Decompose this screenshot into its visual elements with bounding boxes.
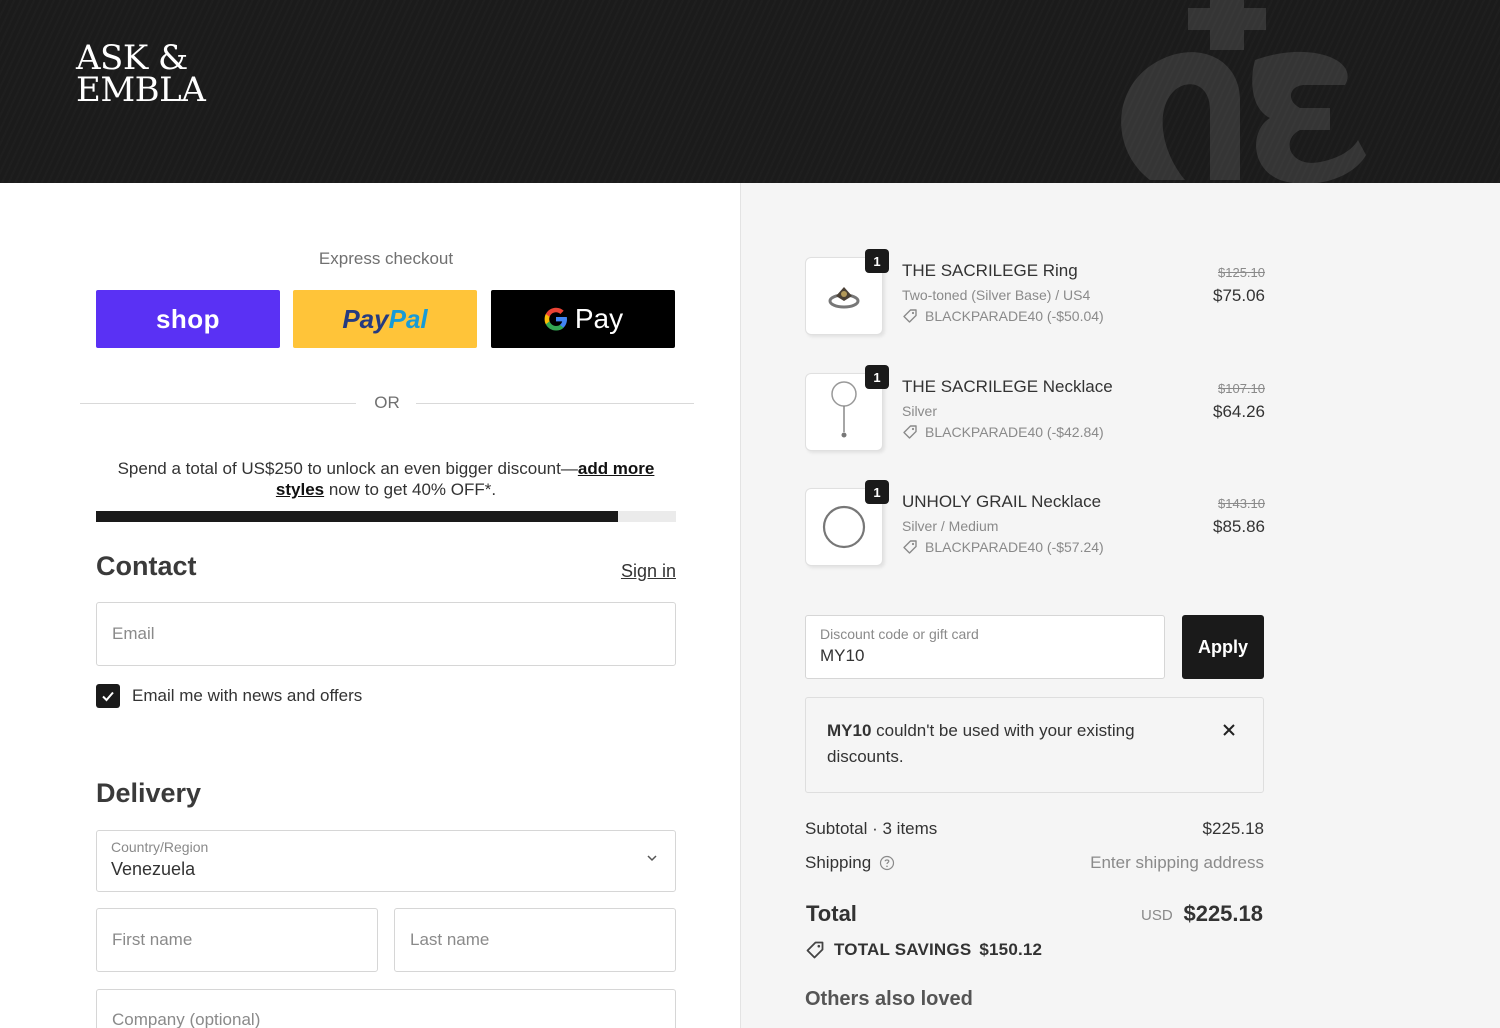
discount-code-value: MY10 xyxy=(820,646,865,665)
total-currency: USD xyxy=(1141,907,1173,924)
product-discount: BLACKPARADE40 (-$57.24) xyxy=(902,539,1104,555)
discounted-price: $85.86 xyxy=(1213,517,1265,536)
brand-logo[interactable]: ASK & EMBLA xyxy=(76,38,206,110)
tag-icon xyxy=(806,941,824,959)
product-name: THE SACRILEGE Necklace xyxy=(902,377,1113,396)
discount-promo-text: Spend a total of US$250 to unlock an eve… xyxy=(96,458,676,500)
discounted-price: $64.26 xyxy=(1213,402,1265,421)
product-discount: BLACKPARADE40 (-$42.84) xyxy=(902,424,1104,440)
shipping-value: Enter shipping address xyxy=(1090,853,1264,872)
cart-item: 1 UNHOLY GRAIL Necklace Silver / Medium … xyxy=(805,480,1265,568)
shop-pay-label: shop xyxy=(155,303,221,334)
product-discount: BLACKPARADE40 (-$50.04) xyxy=(902,308,1104,324)
cart-item: 1 THE SACRILEGE Ring Two-toned (Silver B… xyxy=(805,249,1265,337)
quantity-badge: 1 xyxy=(865,480,889,504)
grail-necklace-image xyxy=(822,505,866,549)
styles-link[interactable]: styles xyxy=(276,480,324,499)
error-code: MY10 xyxy=(827,721,872,740)
quantity-badge: 1 xyxy=(865,249,889,273)
subtotal-label: Subtotal · 3 items xyxy=(805,819,938,838)
discount-code-input[interactable]: Discount code or gift card MY10 xyxy=(805,615,1165,679)
shipping-row: Shipping Enter shipping address xyxy=(805,853,1264,875)
subtotal-row: Subtotal · 3 items $225.18 xyxy=(805,819,1264,841)
delivery-heading: Delivery xyxy=(96,778,202,808)
discount-error-banner: MY10 couldn't be used with your existing… xyxy=(805,697,1264,793)
promo-text-after: now to get 40% OFF*. xyxy=(324,480,497,499)
add-more-link[interactable]: add more xyxy=(578,459,655,478)
others-also-loved-heading: Others also loved xyxy=(805,988,973,1010)
quantity-badge: 1 xyxy=(865,365,889,389)
google-pay-button[interactable]: Pay xyxy=(491,290,675,348)
newsletter-label: Email me with news and offers xyxy=(132,686,363,705)
email-field[interactable]: Email xyxy=(96,602,676,666)
google-g-icon xyxy=(544,307,567,331)
paypal-button[interactable]: Pay Pal xyxy=(293,290,477,348)
product-discount-text: BLACKPARADE40 (-$50.04) xyxy=(925,308,1104,324)
total-label: Total xyxy=(806,901,857,926)
error-message: couldn't be used with your existing disc… xyxy=(827,721,1135,766)
site-header: ASK & EMBLA xyxy=(0,0,1500,183)
product-variant: Two-toned (Silver Base) / US4 xyxy=(902,287,1091,303)
ring-image xyxy=(828,287,860,309)
google-pay-label: Pay xyxy=(574,303,624,334)
discount-progress-bar xyxy=(96,511,676,522)
tag-icon xyxy=(903,540,917,554)
checkout-main: Express checkout shop Pay Pal Pay OR Spen… xyxy=(0,183,740,1028)
or-divider: OR xyxy=(80,393,694,413)
product-name: UNHOLY GRAIL Necklace xyxy=(902,492,1102,511)
monogram-logo xyxy=(1121,0,1366,183)
product-discount-text: BLACKPARADE40 (-$42.84) xyxy=(925,424,1104,440)
product-name: THE SACRILEGE Ring xyxy=(902,261,1078,280)
first-name-placeholder: First name xyxy=(112,930,193,949)
discounted-price: $75.06 xyxy=(1213,286,1265,305)
tag-icon xyxy=(903,425,917,439)
email-placeholder: Email xyxy=(112,624,155,643)
express-checkout-title: Express checkout xyxy=(318,249,454,268)
sign-in-link[interactable]: Sign in xyxy=(580,561,676,582)
discount-code-label: Discount code or gift card xyxy=(820,626,979,642)
discount-error-text: MY10 couldn't be used with your existing… xyxy=(827,718,1167,770)
checkbox-check-icon xyxy=(102,691,114,702)
promo-text-before: Spend a total of US$250 to unlock an eve… xyxy=(117,459,578,478)
cart-item: 1 THE SACRILEGE Necklace Silver BLACKPAR… xyxy=(805,365,1265,453)
company-field[interactable]: Company (optional) xyxy=(96,989,676,1028)
product-variant: Silver / Medium xyxy=(902,518,999,534)
last-name-field[interactable]: Last name xyxy=(394,908,676,972)
help-circle-icon[interactable] xyxy=(879,855,895,871)
last-name-placeholder: Last name xyxy=(410,930,490,949)
original-price: $125.10 xyxy=(1218,265,1265,280)
or-line-right xyxy=(416,403,694,404)
savings-value: $150.12 xyxy=(979,940,1043,959)
first-name-field[interactable]: First name xyxy=(96,908,378,972)
shipping-label: Shipping xyxy=(805,853,872,872)
chevron-down-icon xyxy=(647,855,657,862)
newsletter-option[interactable]: Email me with news and offers xyxy=(96,684,362,708)
shop-pay-button[interactable]: shop xyxy=(96,290,280,348)
savings-label: TOTAL SAVINGS xyxy=(834,940,972,959)
country-select[interactable]: Country/Region Venezuela xyxy=(96,830,676,892)
logo-line-2: EMBLA xyxy=(76,70,206,110)
country-value: Venezuela xyxy=(111,859,196,879)
country-label: Country/Region xyxy=(111,839,209,855)
paypal-label-b: Pal xyxy=(388,303,428,334)
total-value: $225.18 xyxy=(1183,901,1263,926)
shipping-label-wrap: Shipping xyxy=(805,853,895,873)
newsletter-checkbox[interactable] xyxy=(96,684,120,708)
original-price: $143.10 xyxy=(1218,496,1265,511)
paypal-label-a: Pay xyxy=(342,303,389,334)
company-placeholder: Company (optional) xyxy=(112,1010,261,1028)
progress-fill xyxy=(96,511,618,522)
product-discount-text: BLACKPARADE40 (-$57.24) xyxy=(925,539,1104,555)
contact-heading: Contact xyxy=(96,551,197,581)
original-price: $107.10 xyxy=(1218,381,1265,396)
product-variant: Silver xyxy=(902,403,938,419)
order-summary: 1 THE SACRILEGE Ring Two-toned (Silver B… xyxy=(740,183,1500,1028)
close-icon[interactable] xyxy=(1221,722,1237,738)
subtotal-value: $225.18 xyxy=(1202,819,1264,838)
tag-icon xyxy=(903,309,917,323)
logo-line-1: ASK & xyxy=(76,38,188,78)
total-savings: TOTAL SAVINGS $150.12 xyxy=(805,940,1042,960)
apply-button[interactable]: Apply xyxy=(1182,615,1264,679)
necklace-image xyxy=(831,381,857,438)
